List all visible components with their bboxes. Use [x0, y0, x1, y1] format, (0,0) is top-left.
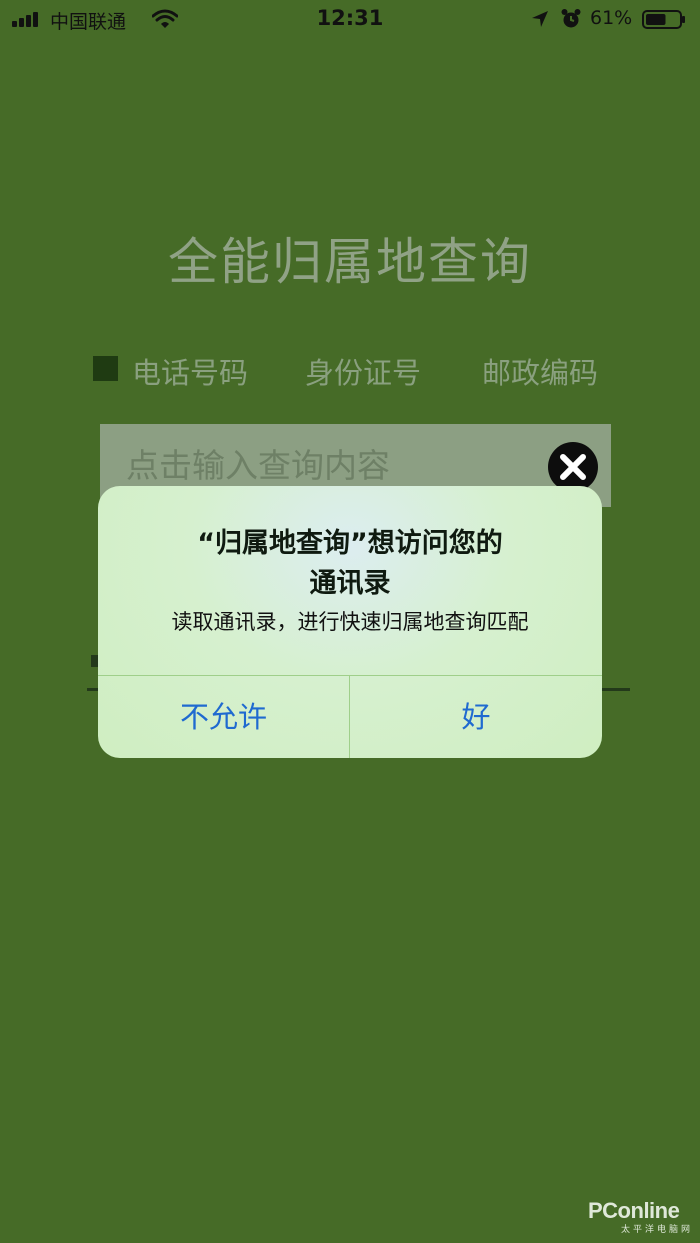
option-checkbox[interactable]: [93, 356, 118, 381]
alarm-icon: [561, 9, 581, 28]
page-title: 全能归属地查询: [168, 233, 532, 291]
permission-alert: “归属地查询”想访问您的 通讯录 读取通讯录，进行快速归属地查询匹配 不允许 好: [98, 486, 602, 758]
watermark-brand: PConline: [588, 1198, 680, 1223]
option-id-number[interactable]: 身份证号: [305, 350, 421, 392]
pconline-watermark: PConline 太平洋电脑网: [588, 1198, 693, 1238]
location-icon: [532, 11, 548, 27]
search-input[interactable]: [124, 441, 528, 489]
alert-title-line1: “归属地查询”想访问您的: [197, 528, 503, 559]
option-phone-number[interactable]: 电话号码: [132, 350, 248, 392]
alert-title-line2: 通讯录: [309, 568, 391, 599]
battery-percent: 61%: [590, 7, 633, 29]
status-bar: 中国联通 12:31 61%: [0, 0, 700, 40]
alert-title: “归属地查询”想访问您的 通讯录: [98, 524, 602, 604]
option-postal-code[interactable]: 邮政编码: [482, 350, 598, 392]
deny-button[interactable]: 不允许: [98, 676, 349, 758]
battery-icon: [642, 10, 685, 29]
allow-button[interactable]: 好: [350, 676, 602, 758]
alert-message: 读取通讯录，进行快速归属地查询匹配: [171, 610, 529, 634]
